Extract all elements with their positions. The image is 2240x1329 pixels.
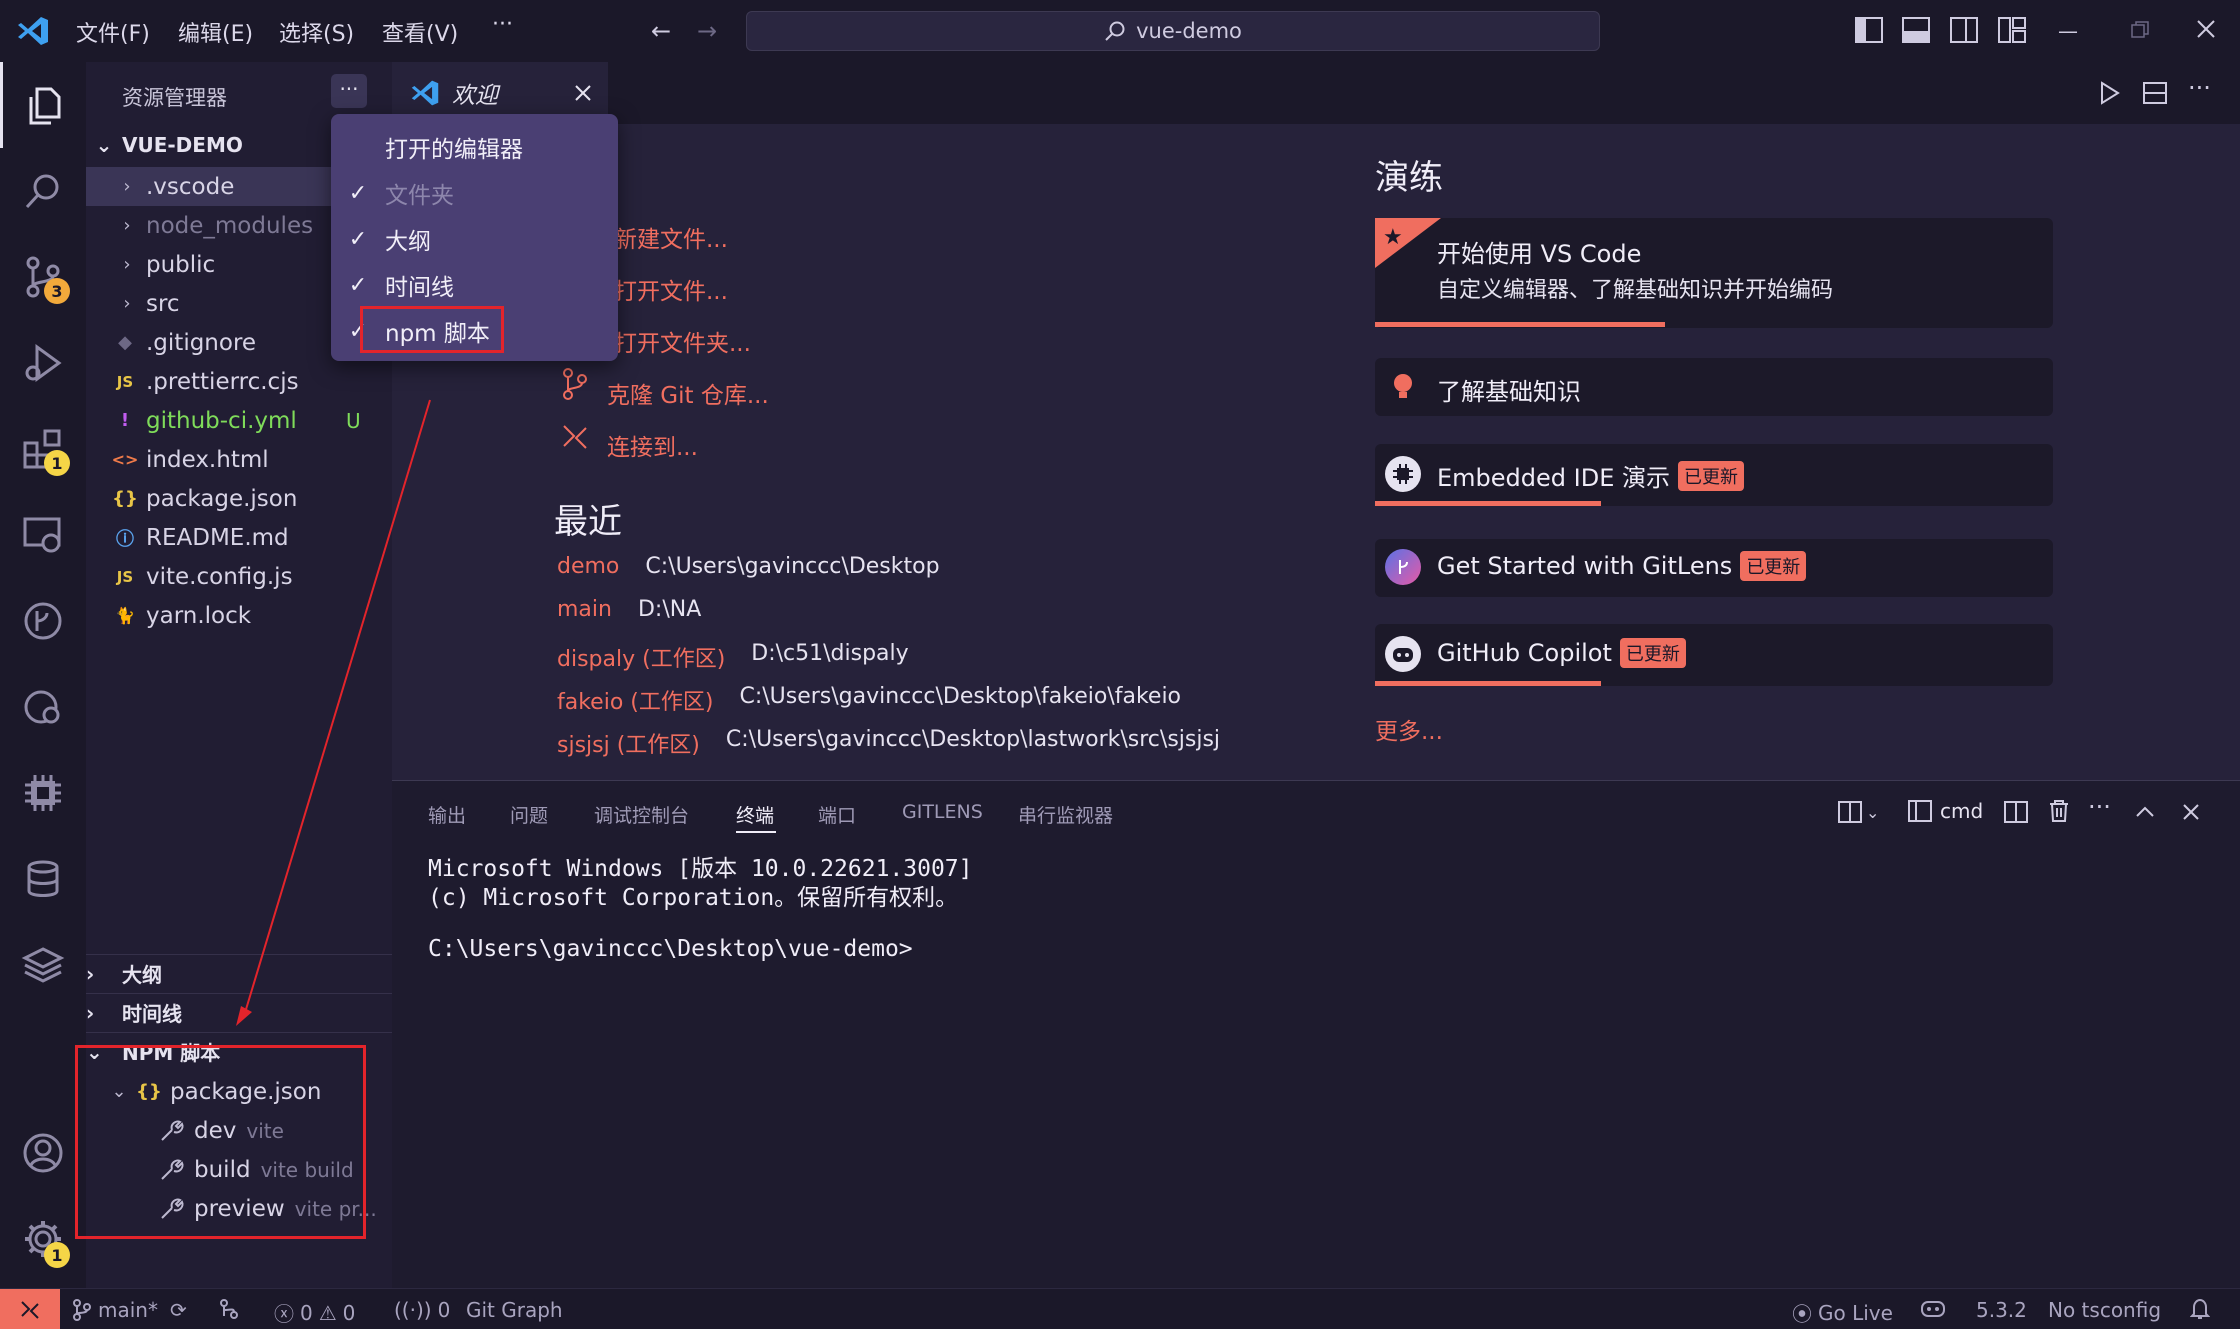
chevron-down-icon: ⌄ — [1866, 802, 1880, 822]
git-branch-status[interactable]: main* ⟳ — [72, 1298, 187, 1322]
tab-gitlens[interactable]: GITLENS — [902, 801, 983, 823]
tab-problems[interactable]: 问题 — [510, 801, 548, 828]
terminal-prompt[interactable]: C:\Users\gavinccc\Desktop\vue-demo> — [428, 936, 913, 962]
terminal-split-icon — [1838, 801, 1862, 823]
go-live-label: Go Live — [1818, 1300, 1893, 1325]
git-graph-button[interactable]: Git Graph — [466, 1298, 563, 1322]
split-terminal-icon[interactable] — [2004, 801, 2028, 823]
copilot-status-icon[interactable] — [1920, 1298, 1946, 1320]
close-panel-icon[interactable] — [2182, 803, 2200, 821]
error-icon: ⓧ — [274, 1302, 294, 1326]
tab-debug-console[interactable]: 调试控制台 — [594, 801, 689, 828]
new-terminal-dropdown[interactable]: ⌄ — [1838, 801, 1879, 823]
terminal-instance-cmd[interactable]: cmd — [1908, 799, 1983, 823]
bottom-panel: 输出 问题 调试控制台 终端 端口 GITLENS 串行监视器 ⌄ cmd ··… — [392, 780, 2240, 1288]
tab-output[interactable]: 输出 — [428, 801, 466, 828]
broadcast-icon: ⦿ — [1792, 1302, 1812, 1326]
sync-icon[interactable]: ⟳ — [170, 1298, 187, 1322]
git-graph-sync-icon[interactable] — [218, 1298, 240, 1320]
status-bar: main* ⟳ ⓧ 0 ⚠ 0 ((·)) 0 Git Graph ⦿ Go L… — [0, 1288, 2240, 1329]
panel-more-actions-icon[interactable]: ··· — [2088, 793, 2111, 821]
warning-icon: ⚠ — [318, 1300, 337, 1325]
trash-icon[interactable] — [2048, 799, 2070, 823]
remote-icon — [21, 1300, 39, 1319]
broadcast-icon: ((·)) — [394, 1298, 432, 1322]
ports-count: 0 — [437, 1298, 451, 1322]
tab-serial-monitor[interactable]: 串行监视器 — [1018, 801, 1113, 828]
git-branch-icon — [73, 1299, 91, 1321]
error-count: 0 — [300, 1300, 313, 1325]
remote-indicator-button[interactable] — [0, 1289, 60, 1329]
tsconfig-status[interactable]: No tsconfig — [2048, 1298, 2161, 1322]
problems-status[interactable]: ⓧ 0 ⚠ 0 — [274, 1298, 355, 1327]
terminal-line: (c) Microsoft Corporation。保留所有权利。 — [428, 885, 959, 911]
go-live-button[interactable]: ⦿ Go Live — [1792, 1298, 1893, 1327]
warning-count: 0 — [342, 1300, 356, 1325]
tab-ports[interactable]: 端口 — [818, 801, 856, 828]
maximize-panel-icon[interactable] — [2134, 801, 2156, 823]
terminal-shell-label: cmd — [1940, 799, 1984, 823]
notifications-bell-icon[interactable] — [2190, 1298, 2210, 1320]
ports-status[interactable]: ((·)) 0 — [394, 1298, 450, 1322]
typescript-version[interactable]: 5.3.2 — [1976, 1298, 2027, 1322]
terminal-icon — [1908, 800, 1932, 822]
tab-terminal[interactable]: 终端 — [736, 801, 774, 828]
branch-name: main* — [98, 1298, 158, 1322]
active-tab-underline — [736, 831, 776, 833]
